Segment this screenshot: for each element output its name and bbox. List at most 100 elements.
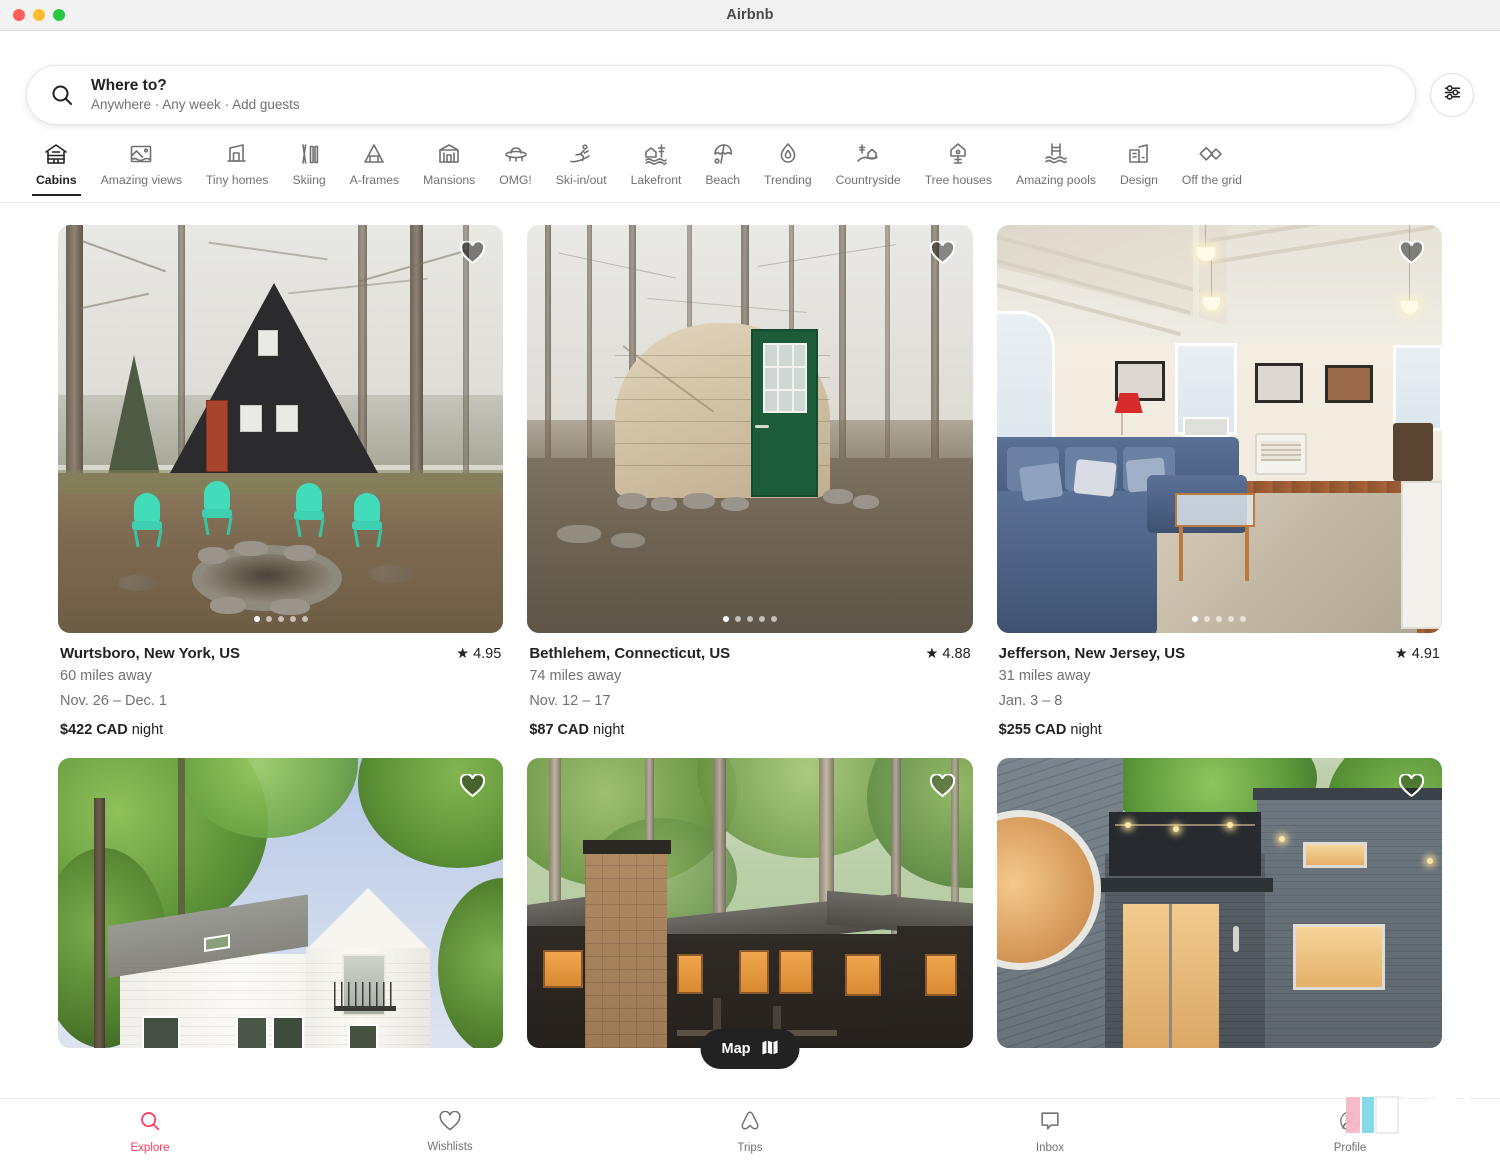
category-countryside[interactable]: Countryside [824, 141, 913, 196]
listing-photo[interactable] [527, 757, 973, 1048]
favorite-heart-icon[interactable] [1398, 240, 1425, 265]
favorite-heart-icon[interactable] [460, 773, 486, 798]
category-tree-houses[interactable]: Tree houses [913, 141, 1004, 196]
carousel-dot[interactable] [734, 616, 741, 622]
search-area: Where to? Anywhere · Any week · Add gues… [0, 31, 1500, 125]
listing-price-unit: night [593, 721, 625, 738]
photo-carousel-dots[interactable] [1192, 616, 1247, 622]
carousel-dot[interactable] [265, 616, 272, 622]
carousel-dot[interactable] [301, 616, 308, 622]
carousel-dot[interactable] [289, 616, 296, 622]
listing-price: $422 CAD night [60, 722, 501, 738]
tree-house-icon [945, 141, 971, 167]
category-off-the-grid[interactable]: Off the grid [1170, 141, 1254, 196]
carousel-dot[interactable] [758, 616, 765, 622]
category-lakefront[interactable]: Lakefront [619, 141, 694, 196]
listing-location: Jefferson, New Jersey, US [998, 645, 1186, 662]
category-skiing[interactable]: Skiing [280, 141, 337, 196]
listing-card[interactable] [527, 757, 973, 1048]
carousel-dot[interactable] [1192, 616, 1199, 622]
category-label: Ski-in/out [555, 173, 607, 187]
countryside-icon [855, 141, 881, 167]
star-icon: ★ [1394, 646, 1408, 662]
nav-item-inbox[interactable]: Inbox [900, 1099, 1200, 1165]
category-amazing-views[interactable]: Amazing views [89, 141, 194, 196]
nav-label: Inbox [1035, 1142, 1065, 1154]
listing-rating: ★ 4.88 [925, 646, 970, 662]
photo-carousel-dots[interactable] [253, 616, 308, 622]
favorite-heart-icon[interactable] [1398, 773, 1425, 798]
carousel-dot[interactable] [1216, 616, 1223, 622]
listing-info: Wurtsboro, New York, US ★ 4.95 60 miles … [58, 633, 503, 738]
carousel-dot[interactable] [1204, 616, 1211, 622]
tiny-home-icon [224, 141, 250, 167]
carousel-dot[interactable] [253, 616, 260, 622]
nav-item-wishlists[interactable]: Wishlists [300, 1099, 600, 1165]
amazing-views-icon [128, 141, 154, 167]
listing-photo[interactable] [996, 757, 1442, 1048]
category-beach[interactable]: Beach [693, 141, 752, 196]
favorite-heart-icon[interactable] [460, 240, 486, 265]
search-subtitle: Anywhere · Any week · Add guests [91, 96, 300, 112]
listing-price-amount: $422 CAD [60, 721, 128, 738]
category-trending[interactable]: Trending [752, 141, 824, 196]
carousel-dot[interactable] [770, 616, 777, 622]
listing-card[interactable]: Bethlehem, Connecticut, US ★ 4.88 74 mil… [527, 225, 973, 738]
flame-icon [775, 141, 801, 167]
map-toggle-button[interactable]: Map [700, 1029, 800, 1069]
listing-rating: ★ 4.95 [456, 646, 501, 662]
listing-photo[interactable] [527, 225, 973, 633]
category-label: Lakefront [630, 173, 682, 187]
listing-card[interactable] [58, 757, 504, 1048]
window-titlebar: Airbnb [0, 0, 1500, 31]
category-design[interactable]: Design [1108, 141, 1170, 196]
pool-icon [1043, 141, 1069, 167]
listing-distance: 74 miles away [529, 668, 622, 684]
window-title: Airbnb [726, 7, 774, 23]
filter-button[interactable] [1430, 73, 1474, 117]
nav-label: Explore [130, 1142, 170, 1154]
favorite-heart-icon[interactable] [929, 240, 955, 265]
carousel-dot[interactable] [277, 616, 284, 622]
photo-carousel-dots[interactable] [722, 616, 777, 622]
message-icon [1039, 1110, 1061, 1137]
nav-label: Profile [1333, 1142, 1367, 1154]
category-cabins[interactable]: Cabins [24, 141, 89, 197]
rating-value: 4.88 [942, 646, 971, 662]
listing-card[interactable]: Jefferson, New Jersey, US ★ 4.91 31 mile… [996, 225, 1442, 738]
listing-distance: 31 miles away [998, 668, 1091, 684]
category-a-frames[interactable]: A-frames [338, 141, 411, 196]
beach-umbrella-icon [710, 141, 736, 167]
category-amazing-pools[interactable]: Amazing pools [1004, 141, 1108, 196]
nav-item-trips[interactable]: Trips [600, 1099, 900, 1165]
carousel-dot[interactable] [1228, 616, 1235, 622]
bottom-navigation: Explore Wishlists Trips Inbox Profile [0, 1098, 1500, 1165]
category-tiny-homes[interactable]: Tiny homes [194, 141, 281, 196]
heart-icon [439, 1110, 461, 1136]
listing-distance: 60 miles away [60, 668, 152, 684]
carousel-dot[interactable] [722, 616, 729, 622]
category-bar[interactable]: Cabins Amazing views Tiny homes Skiing A… [0, 125, 1500, 203]
listing-rating: ★ 4.91 [1395, 646, 1440, 662]
a-frame-icon [361, 141, 387, 167]
category-ski-in-out[interactable]: Ski-in/out [544, 141, 619, 196]
category-label: Countryside [835, 173, 901, 187]
xda-watermark [1346, 1095, 1478, 1135]
listing-photo[interactable] [58, 225, 504, 633]
listing-card[interactable] [996, 757, 1442, 1048]
nav-item-explore[interactable]: Explore [0, 1099, 300, 1165]
listing-dates: Nov. 12 – 17 [529, 693, 611, 710]
category-mansions[interactable]: Mansions [411, 141, 487, 196]
category-label: OMG! [499, 173, 532, 187]
map-button-label: Map [721, 1041, 751, 1057]
listing-card[interactable]: Wurtsboro, New York, US ★ 4.95 60 miles … [58, 225, 504, 738]
carousel-dot[interactable] [1240, 616, 1247, 622]
listing-photo[interactable] [996, 225, 1442, 633]
search-bar[interactable]: Where to? Anywhere · Any week · Add gues… [26, 65, 1416, 125]
carousel-dot[interactable] [746, 616, 753, 622]
search-icon [49, 82, 75, 108]
favorite-heart-icon[interactable] [929, 773, 955, 798]
category-omg[interactable]: OMG! [487, 141, 544, 196]
skis-icon [296, 141, 322, 167]
listing-photo[interactable] [58, 757, 504, 1048]
